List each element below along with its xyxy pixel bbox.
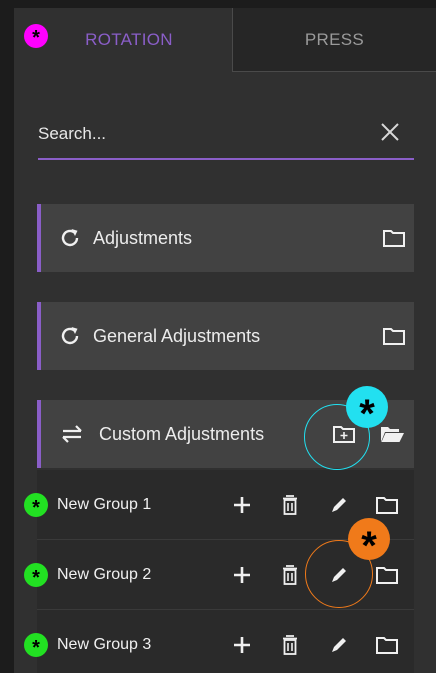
annotation-marker-cyan: * xyxy=(346,386,388,436)
search-input[interactable] xyxy=(38,116,358,152)
category-general-adjustments[interactable]: General Adjustments xyxy=(37,302,414,370)
group-label: New Group 2 xyxy=(57,566,152,583)
refresh-icon xyxy=(61,229,79,247)
trash-icon[interactable] xyxy=(278,633,302,657)
add-icon[interactable] xyxy=(230,633,254,657)
close-icon[interactable] xyxy=(378,120,402,144)
annotation-marker-green: * xyxy=(24,493,48,519)
folder-icon[interactable] xyxy=(375,563,399,587)
trash-icon[interactable] xyxy=(278,563,302,587)
category-label: Adjustments xyxy=(93,228,193,248)
annotation-marker-magenta: * xyxy=(24,24,48,49)
category-label: General Adjustments xyxy=(93,326,261,346)
group-label: New Group 3 xyxy=(57,636,152,653)
swap-arrows-icon xyxy=(62,425,82,443)
add-icon[interactable] xyxy=(230,493,254,517)
annotation-marker-orange: * xyxy=(348,518,390,568)
tab-press-label: PRESS xyxy=(304,29,365,49)
search-bar xyxy=(38,106,414,160)
tab-bar: ROTATION PRESS xyxy=(14,8,436,72)
trash-icon[interactable] xyxy=(278,493,302,517)
tab-rotation-label: ROTATION xyxy=(85,30,173,49)
annotation-marker-green: * xyxy=(24,563,48,589)
folder-open-icon[interactable] xyxy=(379,424,405,444)
folder-icon[interactable] xyxy=(375,493,399,517)
category-adjustments[interactable]: Adjustments xyxy=(37,204,414,272)
folder-icon[interactable] xyxy=(375,633,399,657)
category-label: Custom Adjustments xyxy=(99,424,265,444)
annotation-marker-green: * xyxy=(24,633,48,659)
add-icon[interactable] xyxy=(230,563,254,587)
group-row[interactable]: New Group 3 xyxy=(37,610,414,673)
folder-icon[interactable] xyxy=(382,326,406,346)
refresh-icon xyxy=(61,327,79,345)
pencil-icon[interactable] xyxy=(327,633,351,657)
folder-icon[interactable] xyxy=(382,228,406,248)
group-label: New Group 1 xyxy=(57,496,152,513)
pencil-icon[interactable] xyxy=(327,493,351,517)
tab-press[interactable]: PRESS xyxy=(233,8,436,72)
